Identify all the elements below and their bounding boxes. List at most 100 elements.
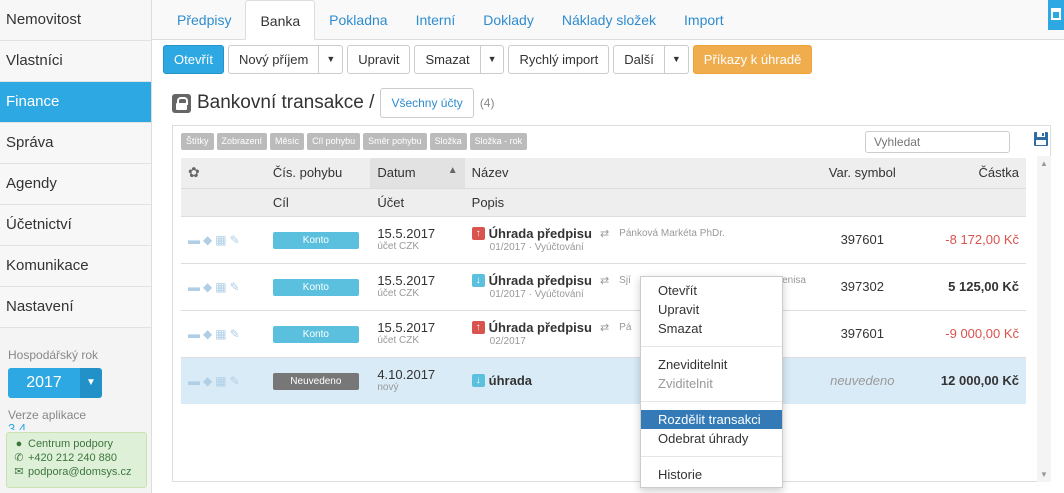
support-phone[interactable]: +420 212 240 880 [28,452,117,464]
bank-icon[interactable]: ▬ [188,374,203,388]
version-value: 3.4 [8,422,27,430]
support-email[interactable]: podpora@domsys.cz [28,466,132,478]
calendar-icon[interactable]: ▦ [215,374,229,388]
new-income-dropdown[interactable]: ▼ [319,45,344,74]
sidebar-item-3[interactable]: Správa [0,123,151,164]
filter-chip[interactable]: Složka - rok [469,133,528,150]
new-income-button[interactable]: Nový příjem [228,45,320,74]
settings-header[interactable]: ✿ [181,158,266,188]
tab-0[interactable]: Předpisy [163,0,245,40]
tag-icon[interactable]: ◆ [203,233,215,247]
caret-down-icon: ▼ [326,54,336,64]
target-badge[interactable]: Konto [272,231,359,249]
sidebar-item-6[interactable]: Komunikace [0,246,151,287]
filter-chip[interactable]: Cíl pohybu [307,133,361,150]
tab-1[interactable]: Banka [245,0,316,40]
more-dropdown[interactable]: ▼ [664,45,689,74]
sidebar-item-4[interactable]: Agendy [0,164,151,205]
caret-down-icon: ▼ [487,54,497,64]
calendar-icon[interactable]: ▦ [215,233,229,247]
chevron-down-icon[interactable]: ▼ [80,368,102,398]
context-menu-item[interactable]: Odebrat úhrady [641,429,782,448]
header-amount[interactable]: Částka [911,158,1026,188]
filter-chip[interactable]: Směr pohybu [363,133,427,150]
amount-value: -9 000,00 Kč [911,309,1026,357]
delete-dropdown[interactable]: ▼ [480,45,505,74]
header-date[interactable]: Datum ▲ [370,158,465,188]
gear-icon[interactable]: ✿ [188,164,200,180]
more-button[interactable]: Další [613,45,665,74]
table-row[interactable]: ▬◆▦✎ Konto 15.5.2017 účet CZK ↓ Úhrada předpi… [181,262,1026,310]
tab-4[interactable]: Doklady [469,0,548,40]
filter-chip[interactable]: Složka [429,133,467,150]
header-num[interactable]: Čís. pohybu [265,158,371,188]
scroll-up-icon[interactable]: ▲ [1040,159,1048,168]
fiscal-year-value[interactable]: 2017 [8,368,80,398]
header-desc[interactable]: Popis [464,187,813,216]
bank-icon[interactable]: ▬ [188,327,203,341]
context-menu-item[interactable]: Upravit [641,300,782,319]
context-menu-item[interactable]: Historie [641,465,782,484]
header-target[interactable]: Cíl [265,187,371,216]
context-menu-item[interactable]: Rozdělit transakci [641,410,782,429]
payment-orders-button[interactable]: Příkazy k úhradě [692,45,813,74]
page-title: Bankovní transakce / [197,92,375,113]
sidebar-item-5[interactable]: Účetnictví [0,205,151,246]
header-name[interactable]: Název [464,158,813,188]
scroll-down-icon[interactable]: ▼ [1040,470,1048,479]
table-row[interactable]: ▬◆▦✎ Neuvedeno 4.10.2017 nový ↓ úhrada neuvede… [181,356,1026,404]
row-date: 15.5.2017 účet CZK [370,215,465,263]
tab-2[interactable]: Pokladna [315,0,401,40]
filter-chip[interactable]: Štítky [181,133,214,150]
context-menu-item[interactable]: Zviditelnit [641,374,782,393]
row-target: Konto [265,215,371,263]
tab-3[interactable]: Interní [402,0,470,40]
tag-icon[interactable]: ◆ [203,280,215,294]
calendar-button[interactable] [1048,0,1064,30]
calendar-icon[interactable]: ▦ [215,280,229,294]
search-input[interactable] [865,131,1010,153]
tab-6[interactable]: Import [670,0,738,40]
tab-5[interactable]: Náklady složek [548,0,670,40]
menu-divider [641,456,782,457]
header-var[interactable]: Var. symbol [812,158,912,188]
pencil-icon[interactable]: ✎ [230,374,243,388]
context-menu-item[interactable]: Zneviditelnit [641,355,782,374]
all-accounts-button[interactable]: Všechny účty [380,88,474,118]
pencil-icon[interactable]: ✎ [230,280,243,294]
bank-icon[interactable]: ▬ [188,233,203,247]
more-group: Další ▼ [613,45,689,74]
edit-button[interactable]: Upravit [347,45,411,74]
context-menu-item[interactable]: Smazat [641,319,782,338]
table-row[interactable]: ▬◆▦✎ Konto 15.5.2017 účet CZK ↑ Úhrada předpi… [181,215,1026,263]
sidebar-item-1[interactable]: Vlastníci [0,41,151,82]
calendar-icon[interactable]: ▦ [215,327,229,341]
table-row[interactable]: ▬◆▦✎ Konto 15.5.2017 účet CZK ↑ Úhrada předpi… [181,309,1026,357]
scrollbar[interactable]: ▲ ▼ [1037,156,1051,482]
delete-button[interactable]: Smazat [414,45,481,74]
version-label: Verze aplikace [8,408,87,422]
filter-chip[interactable]: Měsíc [270,133,305,150]
fiscal-year-select[interactable]: 2017 ▼ [8,368,102,398]
tag-icon[interactable]: ◆ [203,327,215,341]
target-badge[interactable]: Konto [272,278,359,296]
context-menu-item[interactable]: Otevřít [641,281,782,300]
save-icon[interactable] [1033,131,1049,147]
sidebar-item-0[interactable]: Nemovitost [0,0,151,41]
bank-icon[interactable]: ▬ [188,280,203,294]
header-account[interactable]: Účet [370,187,465,216]
pencil-icon[interactable]: ✎ [230,233,243,247]
target-badge[interactable]: Konto [272,325,359,343]
account-value: účet CZK [377,335,420,346]
filter-chip[interactable]: Zobrazení [216,133,268,150]
open-button[interactable]: Otevřít [163,45,225,74]
pencil-icon[interactable]: ✎ [230,327,243,341]
target-badge[interactable]: Neuvedeno [272,372,359,390]
sidebar-item-2[interactable]: Finance [0,82,151,123]
tag-icon[interactable]: ◆ [203,374,215,388]
support-title[interactable]: Centrum podpory [28,438,113,450]
sidebar-item-7[interactable]: Nastavení [0,287,151,328]
info-icon: ● [15,438,23,450]
quick-import-button[interactable]: Rychlý import [508,45,610,74]
date-value: 15.5.2017 [377,226,436,241]
